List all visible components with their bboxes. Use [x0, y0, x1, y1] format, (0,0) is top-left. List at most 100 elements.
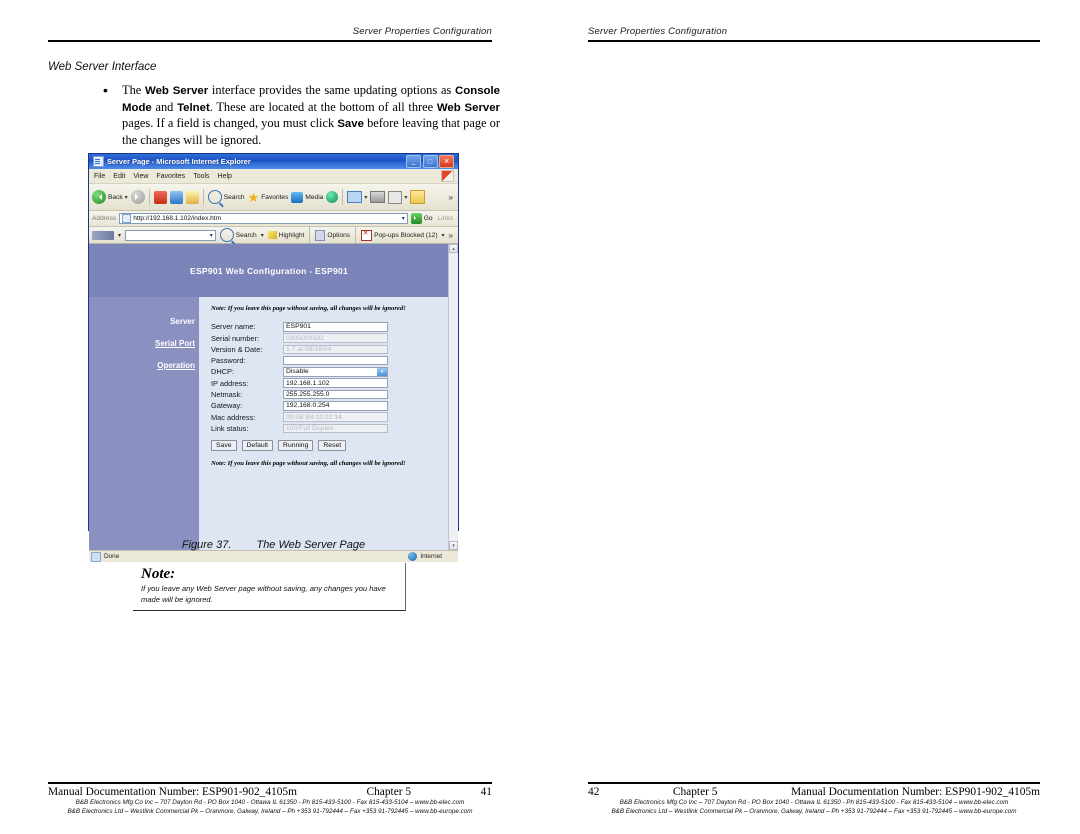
field-value: 00:0B:B4:11:02:14 — [286, 413, 342, 421]
web-form-panel: Note: If you leave this page without sav… — [199, 297, 449, 550]
stop-button[interactable] — [153, 190, 167, 204]
search-chevron-down-icon[interactable]: ▾ — [210, 232, 213, 239]
form-row: Netmask: 255.255.255.0 — [211, 389, 439, 400]
security-zone-label: Internet — [420, 553, 442, 560]
vertical-scrollbar[interactable]: ▴ ▾ — [448, 244, 458, 550]
forward-arrow-icon — [130, 190, 145, 204]
menu-tools[interactable]: Tools — [193, 173, 209, 180]
back-button[interactable]: Back ▾ — [92, 190, 128, 204]
save-button[interactable]: Save — [211, 440, 237, 452]
field-ip-address[interactable]: 192.168.1.102 — [283, 378, 388, 388]
field-value: 100/Full Duplex — [286, 424, 334, 432]
popup-chevron-down-icon[interactable]: ▾ — [442, 232, 445, 239]
form-row: Serial number: 0305000532 — [211, 333, 439, 343]
home-button[interactable] — [185, 190, 199, 204]
menu-edit[interactable]: Edit — [113, 173, 125, 180]
highlight-label: Highlight — [278, 231, 305, 239]
search-icon — [219, 228, 234, 242]
go-button[interactable]: Go — [410, 213, 433, 224]
header-rule — [48, 40, 492, 42]
toolbar-overflow-icon[interactable]: » — [449, 193, 455, 202]
chevron-down-icon[interactable]: ▾ — [377, 368, 387, 376]
form-row: Link status: 100/Full Duplex — [211, 423, 439, 434]
edit-chevron-down-icon[interactable]: ▾ — [404, 194, 407, 201]
toolbar-separator — [309, 227, 311, 243]
refresh-button[interactable] — [169, 190, 183, 204]
edit-button[interactable]: ▾ — [388, 190, 407, 204]
menu-file[interactable]: File — [94, 173, 105, 180]
go-arrow-icon — [410, 213, 422, 224]
brand-chevron-down-icon[interactable]: ▾ — [118, 232, 121, 239]
footer-doc-number: Manual Documentation Number: ESP901-902_… — [791, 786, 1040, 798]
field-password[interactable] — [283, 355, 388, 366]
field-value: 0305000532 — [286, 334, 324, 342]
stop-icon — [153, 190, 167, 204]
scroll-up-icon[interactable]: ▴ — [449, 244, 458, 253]
toolbar-search-label: Search — [223, 193, 245, 201]
bullet-run: The — [122, 83, 146, 97]
discuss-button[interactable] — [410, 190, 426, 204]
sidebar-item-operation[interactable]: Operation — [89, 361, 195, 370]
header-title: Server Properties Configuration — [588, 26, 728, 37]
highlight-button[interactable]: Highlight — [267, 231, 305, 239]
figure-number: Figure 37. — [181, 539, 232, 551]
minimize-button[interactable]: _ — [406, 155, 421, 168]
browser-menubar: File Edit View Favorites Tools Help — [89, 169, 458, 184]
toolbar-search-button[interactable]: Search — [207, 190, 245, 204]
windows-flag-icon — [441, 170, 454, 182]
field-server-name[interactable]: ESP901 — [283, 322, 388, 332]
bullet-marker-icon: • — [103, 82, 108, 98]
searchbar-overflow-icon[interactable]: » — [449, 231, 455, 240]
menu-favorites[interactable]: Favorites — [156, 173, 185, 180]
field-netmask[interactable]: 255.255.255.0 — [283, 389, 388, 400]
print-button[interactable] — [370, 191, 386, 203]
running-button[interactable]: Running — [278, 440, 314, 452]
search-options-chevron-down-icon[interactable]: ▾ — [261, 232, 264, 239]
close-button[interactable]: ✕ — [439, 155, 454, 168]
figure-caption: Figure 37. The Web Server Page — [88, 539, 459, 551]
media-button[interactable]: Media — [291, 191, 324, 203]
forward-button[interactable] — [130, 190, 145, 204]
sidebar-item-serial-port[interactable]: Serial Port — [89, 339, 195, 348]
popup-blocker-button[interactable]: Pop-ups Blocked (12) — [361, 229, 438, 241]
header-title: Server Properties Configuration — [352, 26, 492, 37]
browser-content: ESP901 Web Configuration - ESP901 Server… — [89, 244, 458, 562]
history-button[interactable] — [326, 191, 339, 203]
address-input[interactable]: http://192.168.1.102/index.htm ▾ — [119, 213, 408, 224]
toolbar-search-go-button[interactable]: Search — [219, 228, 257, 242]
mail-chevron-down-icon[interactable]: ▾ — [364, 194, 367, 201]
field-label: Gateway: — [211, 401, 243, 411]
footer-doc-number: Manual Documentation Number: ESP901-902_… — [48, 786, 297, 798]
search-icon — [207, 190, 222, 204]
menu-view[interactable]: View — [133, 173, 148, 180]
mail-button[interactable]: ▾ — [347, 191, 367, 203]
search-go-label: Search — [235, 231, 257, 239]
field-serial-number: 0305000532 — [283, 333, 388, 343]
menu-help[interactable]: Help — [218, 173, 232, 180]
globe-icon — [408, 552, 418, 561]
maximize-button[interactable]: □ — [422, 155, 438, 168]
web-viewport: ESP901 Web Configuration - ESP901 Server… — [89, 244, 449, 550]
bullet-item: • The Web Server interface provides the … — [100, 82, 500, 148]
options-button[interactable]: Options — [315, 229, 350, 241]
field-gateway[interactable]: 192.168.0.254 — [283, 401, 388, 411]
address-chevron-down-icon[interactable]: ▾ — [402, 215, 405, 222]
field-value: ESP901 — [286, 323, 311, 331]
go-label: Go — [423, 215, 433, 222]
bullet-emphasis: Telnet — [177, 101, 210, 114]
media-label: Media — [305, 193, 324, 201]
close-icon: ✕ — [443, 158, 450, 165]
field-value: 255.255.255.0 — [286, 391, 330, 399]
bullet-block: • The Web Server interface provides the … — [100, 82, 500, 148]
links-label[interactable]: Links — [436, 215, 455, 222]
default-button[interactable]: Default — [241, 440, 274, 452]
reset-button[interactable]: Reset — [318, 440, 347, 452]
back-chevron-down-icon[interactable]: ▾ — [125, 194, 128, 201]
bullet-emphasis: Web Server — [436, 101, 500, 114]
search-input[interactable]: ▾ — [125, 229, 216, 241]
form-buttons: Save Default Running Reset — [211, 440, 439, 452]
sidebar-item-server[interactable]: Server — [89, 317, 195, 326]
printer-icon — [370, 191, 386, 203]
favorites-button[interactable]: ★ Favorites — [248, 191, 289, 204]
field-dhcp[interactable]: Disable ▾ — [283, 367, 388, 377]
